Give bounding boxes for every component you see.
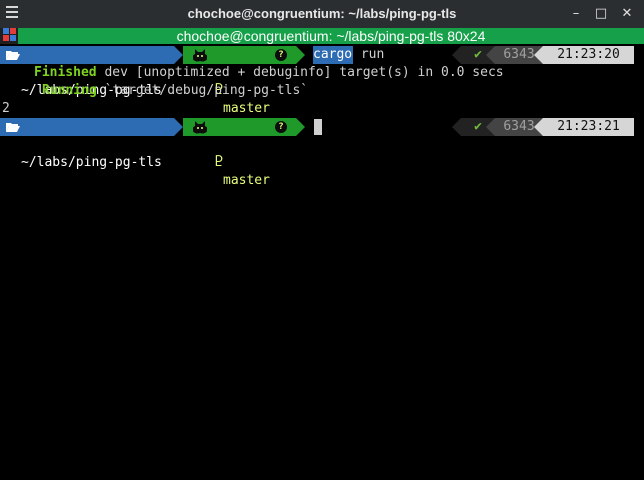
- segment-separator: [534, 46, 543, 64]
- minimize-button[interactable]: –: [566, 4, 586, 24]
- output-line: Finished dev [unoptimized + debuginfo] t…: [34, 64, 504, 82]
- git-branch-name: master: [223, 101, 270, 116]
- folder-open-icon: [6, 123, 20, 132]
- segment-separator: [486, 46, 495, 64]
- finished-label: Finished: [34, 65, 97, 80]
- segment-separator: [296, 118, 305, 136]
- github-octocat-icon: [193, 49, 207, 62]
- prompt-path-text: ~/labs/ping-pg-tls: [21, 155, 162, 170]
- git-branch-name: master: [223, 173, 270, 188]
- maximize-button[interactable]: □: [591, 4, 611, 24]
- close-button[interactable]: ✕: [617, 4, 637, 24]
- segment-separator: [296, 46, 305, 64]
- window-title: chochoe@congruentium: ~/labs/ping-pg-tls: [187, 6, 457, 21]
- output-line: Running `target/debug/ping-pg-tls`: [42, 82, 308, 100]
- segment-separator: [534, 118, 543, 136]
- prompt-time: 21:23:20: [543, 46, 634, 64]
- program-output: 2: [2, 101, 10, 116]
- segment-separator: [452, 46, 461, 64]
- segment-separator: [174, 46, 183, 64]
- command-args: run: [353, 47, 385, 62]
- segment-separator: [486, 118, 495, 136]
- running-text: `target/debug/ping-pg-tls`: [96, 83, 309, 98]
- prompt-line: ~/labs/ping-pg-tls Ⴒ master ? cargo run …: [0, 46, 644, 116]
- text-cursor[interactable]: [314, 119, 322, 135]
- github-octocat-icon: [193, 121, 207, 134]
- prompt-git-segment: Ⴒ master ?: [183, 46, 296, 116]
- terminal-window: chochoe@congruentium: ~/labs/ping-pg-tls…: [0, 0, 644, 480]
- running-label: Running: [42, 83, 97, 98]
- prompt-git-segment: Ⴒ master ?: [183, 118, 296, 188]
- question-circle-icon: ?: [275, 121, 287, 133]
- tab-title: chochoe@congruentium: ~/labs/ping-pg-tls…: [176, 28, 486, 44]
- tab-bar: chochoe@congruentium: ~/labs/ping-pg-tls…: [0, 28, 644, 44]
- command-program: cargo: [313, 46, 353, 64]
- prompt-path-segment: ~/labs/ping-pg-tls: [0, 46, 174, 98]
- folder-open-icon: [6, 51, 20, 60]
- terminal-app-icon[interactable]: [3, 28, 17, 42]
- tab-active[interactable]: chochoe@congruentium: ~/labs/ping-pg-tls…: [18, 28, 644, 44]
- segment-separator: [452, 118, 461, 136]
- terminal-content[interactable]: ~/labs/ping-pg-tls Ⴒ master ? cargo run …: [0, 46, 644, 480]
- prompt-path-segment: ~/labs/ping-pg-tls: [0, 118, 174, 170]
- segment-separator: [174, 118, 183, 136]
- prompt-line: ~/labs/ping-pg-tls Ⴒ master ? ✔ 6343 21:…: [0, 118, 644, 188]
- title-bar: chochoe@congruentium: ~/labs/ping-pg-tls…: [0, 0, 644, 28]
- finished-text: dev [unoptimized + debuginfo] target(s) …: [96, 65, 504, 80]
- git-branch-icon: Ⴒ: [215, 155, 224, 170]
- prompt-time: 21:23:21: [543, 118, 634, 136]
- question-circle-icon: ?: [275, 49, 287, 61]
